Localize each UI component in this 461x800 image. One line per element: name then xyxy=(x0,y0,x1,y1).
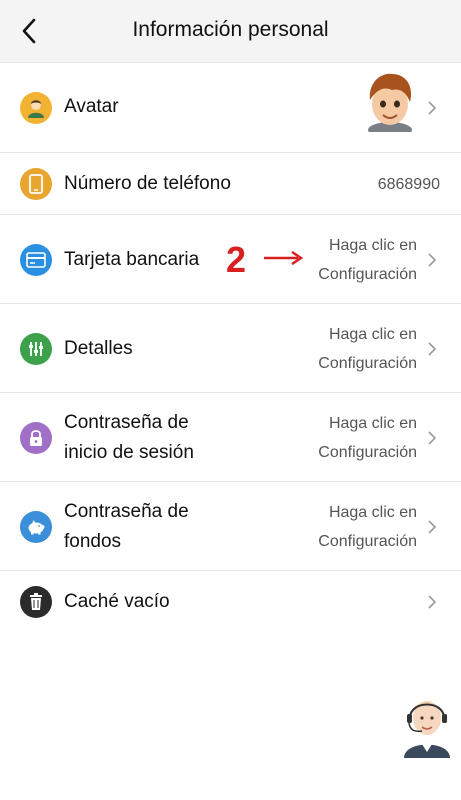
fund-password-value: Haga clic en Configuración xyxy=(318,498,417,556)
details-label: Detalles xyxy=(64,338,133,359)
row-fund-password[interactable]: Contraseña de fondos Haga clic en Config… xyxy=(0,482,461,571)
annotation-number: 2 xyxy=(226,239,247,280)
clear-cache-label: Caché vacío xyxy=(64,591,170,612)
value-line: Haga clic en xyxy=(328,504,417,521)
annotation-arrow-icon xyxy=(264,251,304,265)
avatar[interactable] xyxy=(362,72,418,138)
page-title: Información personal xyxy=(132,18,329,41)
chevron-right-icon xyxy=(428,101,437,115)
phone-label: Número de teléfono xyxy=(64,173,231,194)
lock-icon xyxy=(20,422,52,454)
login-password-label: Contraseña de inicio de sesión xyxy=(64,408,194,468)
value-line: Configuración xyxy=(318,444,417,461)
settings-list: Avatar Número de teléfono 6868990 Tarjet… xyxy=(0,62,461,633)
label-line: inicio de sesión xyxy=(64,442,194,463)
details-value: Haga clic en Configuración xyxy=(318,320,417,378)
login-password-value: Haga clic en Configuración xyxy=(318,409,417,467)
label-line: fondos xyxy=(64,531,122,552)
row-phone[interactable]: Número de teléfono 6868990 xyxy=(0,153,461,215)
value-line: Haga clic en xyxy=(328,237,417,254)
avatar-label: Avatar xyxy=(64,96,119,117)
bank-card-value: Haga clic en Configuración xyxy=(318,231,417,289)
chevron-right-icon xyxy=(428,520,437,534)
value-line: Haga clic en xyxy=(328,415,417,432)
value-line: Configuración xyxy=(318,266,417,283)
bank-card-label: Tarjeta bancaria xyxy=(64,249,200,270)
row-avatar[interactable]: Avatar xyxy=(0,62,461,153)
sliders-icon xyxy=(20,333,52,365)
phone-icon xyxy=(20,168,52,200)
chevron-right-icon xyxy=(428,595,437,609)
label-line: Contraseña de xyxy=(64,501,189,522)
customer-service-icon xyxy=(404,701,450,758)
trash-icon xyxy=(20,586,52,618)
fund-password-label: Contraseña de fondos xyxy=(64,497,189,557)
label-line: Contraseña de xyxy=(64,412,189,433)
value-line: Configuración xyxy=(318,355,417,372)
chevron-right-icon xyxy=(428,431,437,445)
row-login-password[interactable]: Contraseña de inicio de sesión Haga clic… xyxy=(0,393,461,482)
person-icon xyxy=(20,92,52,124)
value-line: Haga clic en xyxy=(328,326,417,343)
phone-value: 6868990 xyxy=(377,176,440,193)
chevron-right-icon xyxy=(428,253,437,267)
row-details[interactable]: Detalles Haga clic en Configuración xyxy=(0,304,461,393)
credit-card-icon xyxy=(20,244,52,276)
value-line: Configuración xyxy=(318,533,417,550)
row-bank-card[interactable]: Tarjeta bancaria 2 Haga clic en Configur… xyxy=(0,215,461,304)
chevron-right-icon xyxy=(428,342,437,356)
piggy-bank-icon xyxy=(20,511,52,543)
customer-service-button[interactable] xyxy=(398,686,456,758)
row-clear-cache[interactable]: Caché vacío xyxy=(0,571,461,633)
top-bar: Información personal xyxy=(0,0,461,63)
